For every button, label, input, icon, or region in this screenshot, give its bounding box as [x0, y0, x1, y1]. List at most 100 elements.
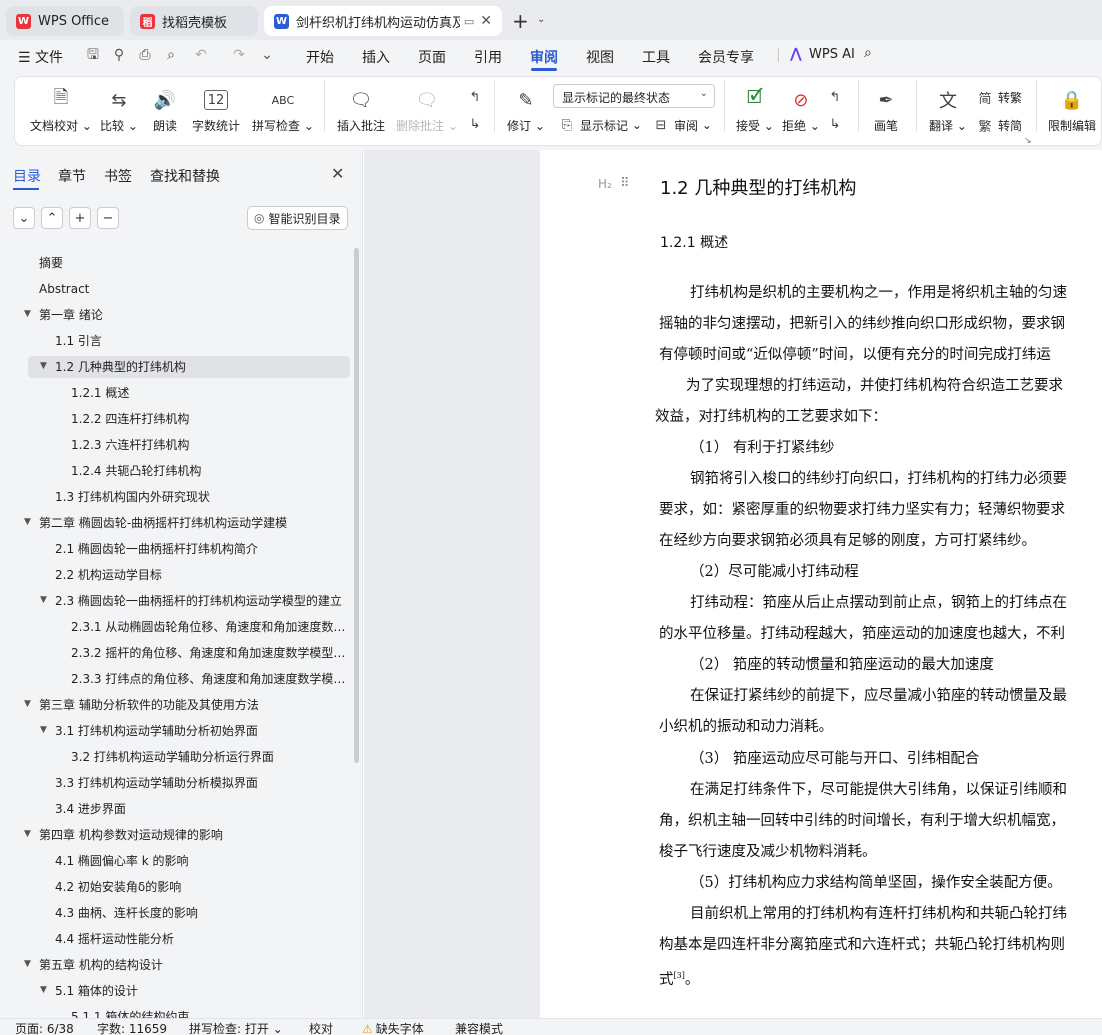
expand-triangle-icon[interactable]: ▼	[24, 959, 31, 969]
next-change-icon[interactable]: ↳	[826, 115, 848, 133]
compare-button[interactable]: ⇆ 比较 ⌄	[100, 86, 138, 134]
toc-item[interactable]: 4.2 初始安装角δ的影响	[55, 876, 346, 898]
expand-triangle-icon[interactable]: ▼	[24, 829, 31, 839]
menu-page[interactable]: 页面	[418, 47, 446, 67]
expand-triangle-icon[interactable]: ▼	[24, 517, 31, 527]
to-traditional-button[interactable]: 简 转繁	[976, 88, 1022, 107]
toc-item[interactable]: 4.4 摇杆运动性能分析	[55, 928, 346, 950]
smart-toc-button[interactable]: ◎ 智能识别目录	[247, 206, 348, 230]
page-indicator[interactable]: 页面: 6/38	[15, 1020, 74, 1035]
close-icon[interactable]: ✕	[474, 13, 492, 29]
toc-item[interactable]: 1.2 几种典型的打纬机构	[55, 356, 346, 378]
toc-item[interactable]: 第五章 机构的结构设计	[39, 954, 346, 976]
insert-comment-button[interactable]: 🗨 插入批注	[337, 86, 385, 134]
previous-change-icon[interactable]: ↰	[826, 88, 848, 106]
toc-item[interactable]: Abstract	[39, 278, 346, 300]
print-preview-icon[interactable]: ⌕	[162, 46, 180, 64]
share-icon[interactable]: ⚲	[110, 46, 128, 64]
to-simplified-button[interactable]: 繁 转简	[976, 116, 1022, 135]
undo-icon[interactable]: ↶	[192, 46, 210, 64]
nav-tab-find-replace[interactable]: 查找和替换	[150, 166, 220, 186]
toc-item[interactable]: 2.1 椭圆齿轮一曲柄摇杆打纬机构简介	[55, 538, 346, 560]
spell-check-status[interactable]: 拼写检查: 打开 ⌄	[189, 1020, 283, 1035]
chevron-down-icon[interactable]: ⌄	[537, 14, 545, 25]
toc-item[interactable]: 摘要	[39, 252, 346, 274]
toc-item[interactable]: 4.1 椭圆偏心率 k 的影响	[55, 850, 346, 872]
expand-triangle-icon[interactable]: ▼	[24, 699, 31, 709]
review-pane-button[interactable]: ⊟ 审阅 ⌄	[652, 116, 712, 134]
toc-scrollbar[interactable]	[354, 248, 359, 763]
delete-comment-button[interactable]: 🗨 删除批注 ⌄	[396, 86, 458, 134]
drag-handle-icon[interactable]: ⠿	[620, 176, 629, 191]
expand-up-button[interactable]: ⌃	[41, 207, 63, 229]
toc-item[interactable]: 3.2 打纬机构运动学辅助分析运行界面	[71, 746, 346, 768]
tab-docer-templates[interactable]: 稻 找稻壳模板	[130, 6, 258, 36]
menu-start[interactable]: 开始	[306, 47, 334, 67]
previous-comment-icon[interactable]: ↰	[466, 88, 488, 106]
add-heading-button[interactable]: +	[69, 207, 91, 229]
toc-item[interactable]: 2.3.2 摇杆的角位移、角速度和角加速度数学模型的建立	[71, 642, 346, 664]
toc-item[interactable]: 1.1 引言	[55, 330, 346, 352]
toc-item[interactable]: 2.3.1 从动椭圆齿轮角位移、角速度和角加速度数学模型	[71, 616, 346, 638]
menu-review[interactable]: 审阅	[530, 47, 558, 67]
toc-item[interactable]: 2.3 椭圆齿轮一曲柄摇杆的打纬机构运动学模型的建立	[55, 590, 346, 612]
accept-button[interactable]: 🗹 接受 ⌄	[736, 86, 774, 134]
toc-item[interactable]: 2.2 机构运动学目标	[55, 564, 346, 586]
nav-tab-bookmarks[interactable]: 书签	[104, 166, 132, 186]
expand-triangle-icon[interactable]: ▼	[40, 985, 47, 995]
toc-item[interactable]: 1.2.4 共轭凸轮打纬机构	[71, 460, 346, 482]
menu-member[interactable]: 会员专享	[698, 47, 754, 67]
close-icon[interactable]: ✕	[331, 164, 344, 183]
toc-item[interactable]: 3.1 打纬机构运动学辅助分析初始界面	[55, 720, 346, 742]
restrict-editing-button[interactable]: 🔒 限制编辑	[1048, 86, 1096, 134]
expand-triangle-icon[interactable]: ▼	[24, 309, 31, 319]
markup-mode-select[interactable]: 显示标记的最终状态 ⌄	[553, 84, 715, 108]
remove-heading-button[interactable]: −	[97, 207, 119, 229]
nav-tab-toc[interactable]: 目录	[13, 166, 41, 186]
spell-check-button[interactable]: ABC 拼写检查 ⌄	[252, 86, 314, 134]
menu-insert[interactable]: 插入	[362, 47, 390, 67]
menu-wps-ai[interactable]: WPS AI	[809, 47, 855, 62]
toc-item[interactable]: 1.2.3 六连杆打纬机构	[71, 434, 346, 456]
toc-item[interactable]: 第二章 椭圆齿轮-曲柄摇杆打纬机构运动学建模	[39, 512, 346, 534]
toc-item[interactable]: 5.1.1 箱体的结构约束	[71, 1006, 346, 1018]
toc-item[interactable]: 3.3 打纬机构运动学辅助分析模拟界面	[55, 772, 346, 794]
missing-font-status[interactable]: ⚠ 缺失字体	[362, 1020, 424, 1035]
next-comment-icon[interactable]: ↳	[466, 115, 488, 133]
toc-item[interactable]: 1.2.1 概述	[71, 382, 346, 404]
show-markup-button[interactable]: ⎘ 显示标记 ⌄	[558, 116, 642, 134]
menu-tools[interactable]: 工具	[642, 47, 670, 67]
citation-ref[interactable]: [3]	[674, 971, 685, 980]
expand-triangle-icon[interactable]: ▼	[40, 595, 47, 605]
word-count-status[interactable]: 字数: 11659	[97, 1020, 167, 1035]
proofread-status[interactable]: 校对	[309, 1020, 333, 1035]
toc-item[interactable]: 1.3 打纬机构国内外研究现状	[55, 486, 346, 508]
translate-button[interactable]: 文 翻译 ⌄	[929, 86, 967, 134]
menu-reference[interactable]: 引用	[474, 47, 502, 67]
reject-button[interactable]: ⊘ 拒绝 ⌄	[782, 86, 820, 134]
toc-item[interactable]: 5.1 箱体的设计	[55, 980, 346, 1002]
monitor-icon[interactable]: ▭	[464, 15, 474, 28]
redo-icon[interactable]: ↷	[230, 46, 248, 64]
search-icon[interactable]: ⌕	[864, 45, 872, 61]
nav-tab-sections[interactable]: 章节	[58, 166, 86, 186]
print-icon[interactable]: ⎙	[136, 46, 154, 64]
ribbon-expand-icon[interactable]: ↘	[1024, 136, 1032, 146]
save-icon[interactable]: 🖫	[84, 46, 102, 64]
menu-view[interactable]: 视图	[586, 47, 614, 67]
tab-document[interactable]: W 剑杆织机打纬机构运动仿真及其 ▭ ✕	[264, 6, 502, 36]
chevron-down-icon[interactable]: ⌄	[258, 46, 276, 64]
collapse-all-button[interactable]: ⌄	[13, 207, 35, 229]
pen-button[interactable]: ✒ 画笔	[872, 86, 900, 134]
toc-item[interactable]: 第四章 机构参数对运动规律的影响	[39, 824, 346, 846]
read-aloud-button[interactable]: 🔊 朗读	[151, 86, 179, 134]
toc-item[interactable]: 2.3.3 打纬点的角位移、角速度和角加速度数学模型的建立	[71, 668, 346, 690]
tab-wps-office[interactable]: W WPS Office	[6, 6, 124, 36]
toc-item[interactable]: 3.4 进步界面	[55, 798, 346, 820]
new-tab-icon[interactable]: +	[512, 9, 529, 33]
toc-item[interactable]: 第一章 绪论	[39, 304, 346, 326]
track-changes-button[interactable]: ✎ 修订 ⌄	[507, 86, 545, 134]
toc-item[interactable]: 1.2.2 四连杆打纬机构	[71, 408, 346, 430]
expand-triangle-icon[interactable]: ▼	[40, 361, 47, 371]
expand-triangle-icon[interactable]: ▼	[40, 725, 47, 735]
